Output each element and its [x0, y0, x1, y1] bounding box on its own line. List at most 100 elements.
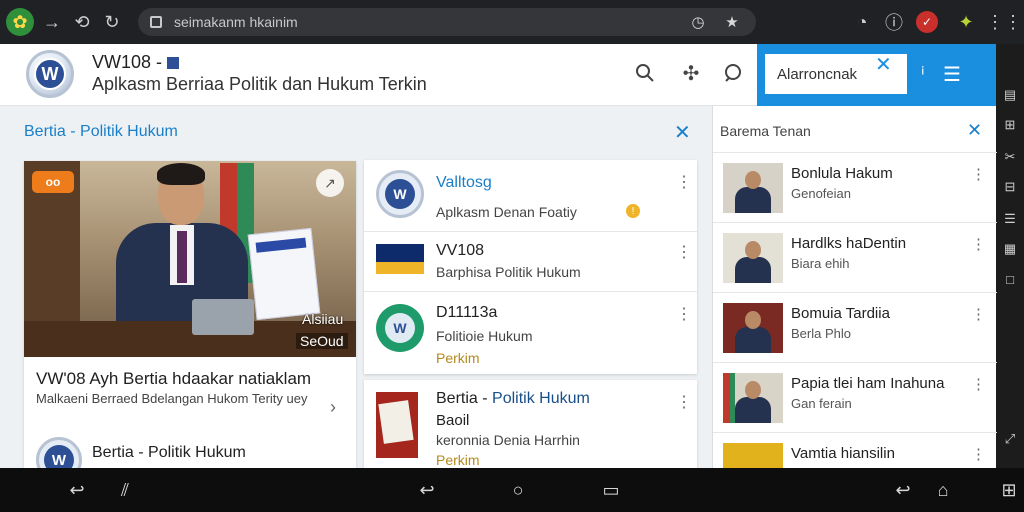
list-item-title: Valltosg [436, 174, 492, 191]
reload-icon[interactable]: ⟲ [68, 8, 96, 36]
puzzle-icon[interactable]: ✦ [952, 8, 980, 36]
article-title-prefix: Bertia - [436, 390, 493, 407]
extension-icon[interactable]: ✓ [916, 11, 938, 33]
share-icon[interactable]: ✣ [678, 60, 704, 86]
share-button[interactable]: ↗ [316, 169, 344, 197]
more-options-icon[interactable]: ⋮ [971, 305, 986, 323]
news-thumb [723, 443, 783, 469]
more-options-icon[interactable]: ⋮ [971, 165, 986, 183]
home-icon[interactable]: ○ [505, 478, 531, 502]
app-header: W VW108 - Aplkasm Berriaa Politik dan Hu… [0, 44, 996, 106]
panel-icon[interactable]: ⊟ [1001, 178, 1019, 196]
thumb-body [735, 187, 771, 213]
tabs-icon[interactable]: ▦ [1001, 240, 1019, 258]
article-thumb-paper [378, 400, 414, 444]
list-item[interactable]: W D11113a Folitioie Hukum Perkim ⋮ [364, 292, 697, 374]
url-text: seimakanm hkainim [174, 14, 298, 30]
more-options-icon[interactable]: ⋮ [971, 445, 986, 463]
news-title: Bomuia Tardiia [791, 305, 890, 322]
image-label: SeOud [296, 333, 348, 349]
news-thumb [723, 373, 783, 423]
info-small-icon[interactable]: ⁱ [921, 62, 925, 87]
refresh-icon[interactable]: ↻ [98, 8, 126, 36]
more-options-icon[interactable]: ⋮ [676, 392, 692, 412]
list-icon[interactable]: ☰ [1001, 210, 1019, 228]
feature-card[interactable]: oo ↗ Alsiiau SeOud VW'08 Ayh Bertia hdaa… [24, 161, 356, 468]
thumb-body [735, 257, 771, 283]
more-options-icon[interactable]: ⋮ [971, 375, 986, 393]
news-item[interactable]: Vamtia hiansilin ⋮ [713, 432, 997, 469]
info-icon[interactable]: ⓘ [880, 8, 908, 36]
news-subtitle: Biara ehih [791, 256, 850, 271]
laptop [192, 299, 254, 335]
chevron-right-icon[interactable]: › [330, 397, 336, 418]
tools-icon[interactable]: ✂ [1001, 148, 1019, 166]
news-item[interactable]: Bonlula Hakum Genofeian ⋮ [713, 152, 997, 222]
side-toolbar: ▤ ⊞ ✂ ⊟ ☰ ▦ □ ⤢ [996, 44, 1024, 468]
app-icon[interactable]: ✿ [6, 8, 34, 36]
back-icon[interactable]: ↩ [64, 478, 90, 502]
article-title-highlight: Politik Hukum [492, 390, 590, 407]
person-tie [177, 231, 187, 283]
list-item-subtitle: Barphisa Politik Hukum [436, 264, 581, 280]
clear-search-icon[interactable]: ✕ [875, 52, 892, 77]
apps-icon[interactable]: ⊞ [996, 478, 1022, 502]
more-options-icon[interactable]: ⋮ [676, 172, 692, 192]
document-header [255, 237, 307, 253]
article-title: Bertia - Politik Hukum [436, 390, 590, 408]
square-icon[interactable]: □ [1001, 270, 1019, 288]
more-options-icon[interactable]: ⋮ [676, 242, 692, 262]
list-card: W Valltosg Aplkasm Denan Foatiy ! ⋮ VV10… [364, 160, 697, 374]
news-item[interactable]: Hardlks haDentin Biara ehih ⋮ [713, 222, 997, 292]
news-item[interactable]: Papia tlei ham Inahuna Gan ferain ⋮ [713, 362, 997, 432]
list-item-subtitle: Folitioie Hukum [436, 328, 533, 344]
item-thumb [376, 244, 424, 274]
chart-icon[interactable]: ⫽ [112, 478, 138, 502]
item-logo-mark: W [385, 313, 415, 343]
document [247, 227, 321, 321]
logo[interactable]: W [26, 50, 74, 98]
close-pane-icon[interactable]: ✕ [967, 120, 982, 141]
thumb-body [735, 397, 771, 423]
recents-icon[interactable]: ▭ [598, 478, 624, 502]
news-title: Hardlks haDentin [791, 235, 907, 252]
list-item[interactable]: W Valltosg Aplkasm Denan Foatiy ! ⋮ [364, 160, 697, 232]
expand-icon[interactable]: ⤢ [1001, 430, 1019, 448]
brand-logo-mark: W [44, 445, 74, 468]
clock-icon[interactable]: ◔ [848, 8, 876, 36]
list-item-meta: Perkim [436, 350, 480, 366]
news-item[interactable]: Bomuia Tardiia Berla Phlo ⋮ [713, 292, 997, 362]
news-subtitle: Berla Phlo [791, 326, 851, 341]
list-item[interactable]: VV108 Barphisa Politik Hukum ⋮ [364, 232, 697, 292]
thumb-head [745, 311, 761, 329]
forward-icon[interactable]: → [38, 8, 66, 36]
browser-toolbar: ✿ → ⟲ ↻ seimakanm hkainim ◷ ★ ◔ ⓘ ✓ ✦ ⋮⋮ [0, 0, 1024, 44]
more-options-icon[interactable]: ⋮ [676, 304, 692, 324]
close-section-icon[interactable]: ✕ [674, 120, 691, 145]
back-nav-icon[interactable]: ↩ [414, 478, 440, 502]
flag-icon [167, 57, 180, 70]
system-navigation-bar: ↩ ⫽ ↩ ○ ▭ ↩ ⌂ ⊞ [0, 468, 1024, 512]
download-icon[interactable]: ◷ [686, 10, 710, 34]
app-title: VW108 - [92, 52, 180, 73]
search-icon[interactable] [632, 60, 658, 86]
article-desc: keronnia Denia Harrhin [436, 432, 580, 448]
star-icon[interactable]: ★ [720, 10, 744, 34]
grid-view-icon[interactable]: ⊞ [1001, 116, 1019, 134]
item-logo-mark: W [385, 179, 415, 209]
feature-badge: oo [32, 171, 74, 193]
grid-icon[interactable]: ⋮⋮ [986, 8, 1022, 36]
more-options-icon[interactable]: ⋮ [971, 235, 986, 253]
article-meta: Perkim [436, 452, 480, 468]
menu-icon[interactable]: ☰ [943, 62, 961, 87]
person-hair [157, 163, 205, 185]
return-icon[interactable]: ↩ [890, 478, 916, 502]
thumb-head [745, 241, 761, 259]
article-card[interactable]: Bertia - Politik Hukum Baoil keronnia De… [364, 380, 697, 468]
warning-icon: ! [626, 204, 640, 218]
house-icon[interactable]: ⌂ [930, 478, 956, 502]
layout-icon[interactable]: ▤ [1001, 86, 1019, 104]
chat-icon[interactable] [720, 60, 746, 86]
brand-name: Bertia - Politik Hukum [92, 444, 246, 461]
address-bar[interactable]: seimakanm hkainim ◷ ★ [138, 8, 756, 36]
